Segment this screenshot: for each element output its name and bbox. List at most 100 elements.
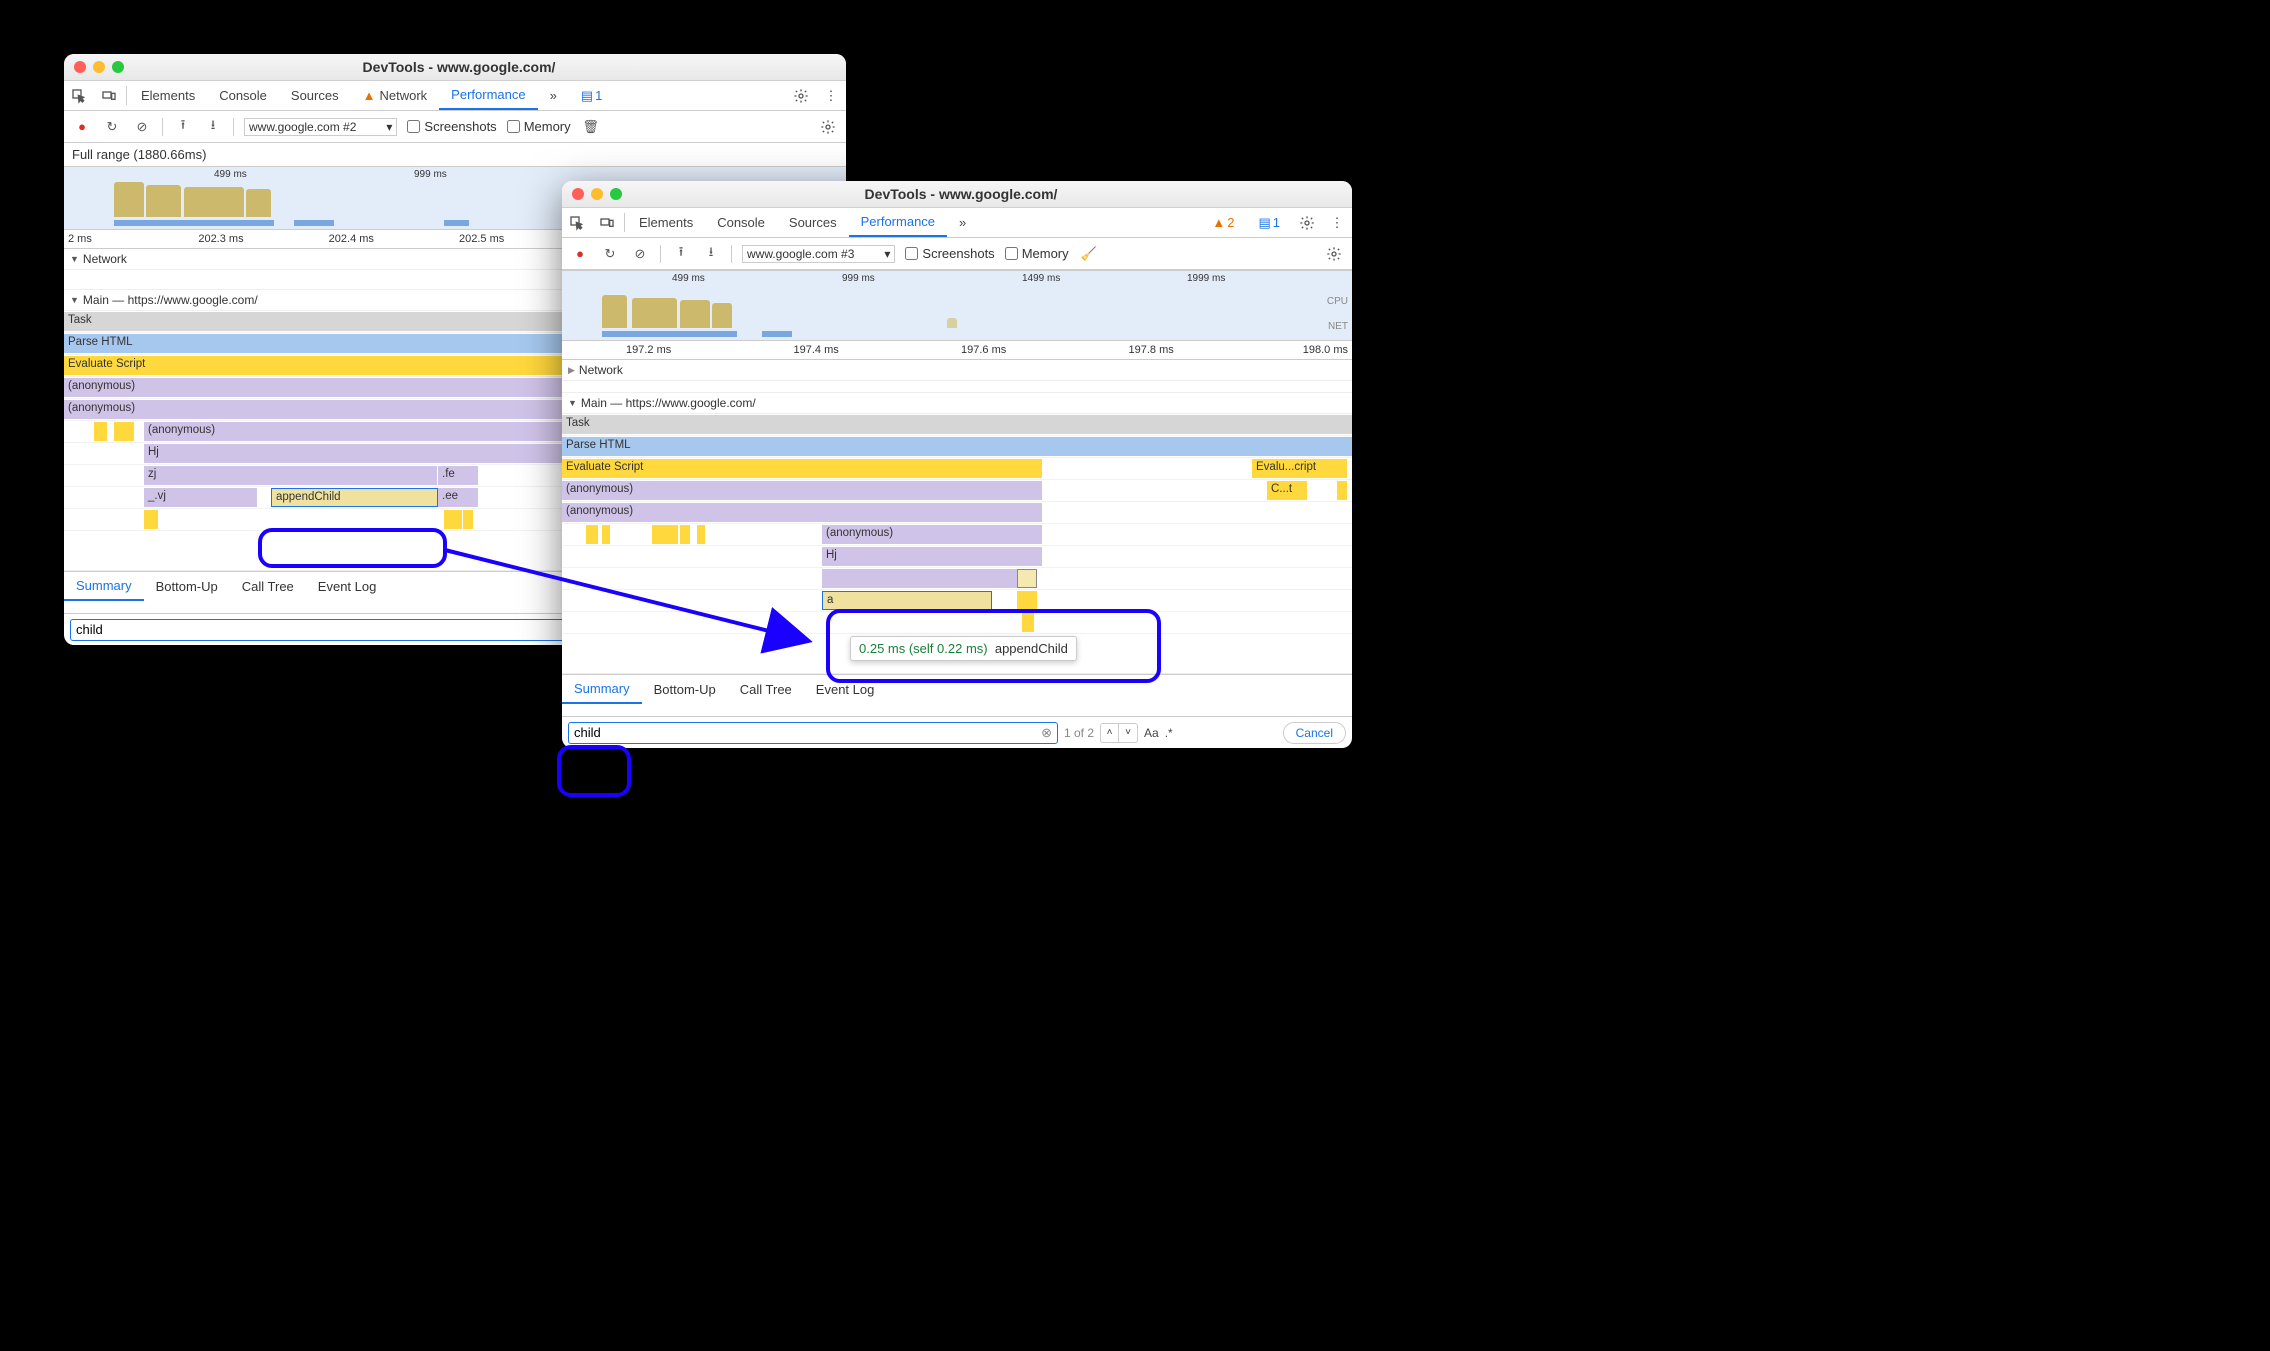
tab-calltree[interactable]: Call Tree — [230, 572, 306, 601]
flame-evaluate-script-2[interactable]: Evalu...cript — [1252, 459, 1347, 478]
recording-select[interactable]: www.google.com #2 ▾ — [244, 118, 397, 136]
flame-bar[interactable] — [1337, 481, 1347, 500]
tab-summary[interactable]: Summary — [562, 675, 642, 704]
tab-calltree[interactable]: Call Tree — [728, 675, 804, 704]
device-toggle-icon[interactable] — [94, 81, 124, 110]
recording-select[interactable]: www.google.com #3 ▾ — [742, 245, 895, 263]
flame-bar[interactable] — [114, 422, 134, 441]
flame-bar[interactable] — [1022, 613, 1034, 632]
upload-icon[interactable]: ⭱ — [173, 117, 193, 137]
main-section-header[interactable]: ▼Main — https://www.google.com/ — [562, 393, 1352, 414]
zoom-icon[interactable] — [112, 61, 124, 73]
flame-ct[interactable]: C...t — [1267, 481, 1307, 500]
settings-gear-icon[interactable] — [1292, 208, 1322, 237]
search-stepper[interactable]: ˄ ˅ — [1100, 723, 1138, 743]
minimize-icon[interactable] — [93, 61, 105, 73]
flame-bar[interactable] — [586, 525, 598, 544]
tab-bottomup[interactable]: Bottom-Up — [144, 572, 230, 601]
titlebar[interactable]: DevTools - www.google.com/ — [64, 54, 846, 81]
time-ruler[interactable]: 197.2 ms 197.4 ms 197.6 ms 197.8 ms 198.… — [562, 340, 1352, 360]
flame-bar[interactable] — [697, 525, 705, 544]
tab-eventlog[interactable]: Event Log — [804, 675, 887, 704]
tab-eventlog[interactable]: Event Log — [306, 572, 389, 601]
tab-elements[interactable]: Elements — [129, 81, 207, 110]
upload-icon[interactable]: ⭱ — [671, 244, 691, 264]
traffic-lights[interactable] — [572, 188, 622, 200]
tab-performance[interactable]: Performance — [439, 81, 537, 110]
flame-zj[interactable]: zj — [144, 466, 437, 485]
traffic-lights[interactable] — [74, 61, 124, 73]
record-button[interactable]: ● — [72, 117, 92, 137]
flame-anonymous[interactable]: (anonymous) — [562, 503, 1042, 522]
tab-sources[interactable]: Sources — [279, 81, 351, 110]
flame-anonymous[interactable]: (anonymous) — [562, 481, 1042, 500]
flame-anonymous[interactable]: (anonymous) — [822, 525, 1042, 544]
device-toggle-icon[interactable] — [592, 208, 622, 237]
record-button[interactable]: ● — [570, 244, 590, 264]
flame-vj[interactable]: _.vj — [144, 488, 257, 507]
download-icon[interactable]: ⭳ — [203, 117, 223, 137]
flame-bar[interactable] — [144, 510, 158, 529]
overview-panel[interactable]: 499 ms 999 ms 1499 ms 1999 ms CPU NET — [562, 270, 1352, 340]
tab-more[interactable]: » — [947, 208, 978, 237]
tab-console[interactable]: Console — [705, 208, 777, 237]
error-count[interactable]: ▤1 — [1246, 208, 1292, 237]
memory-checkbox[interactable]: Memory — [507, 119, 571, 134]
flame-bar-highlight[interactable] — [1017, 569, 1037, 588]
flame-bar[interactable] — [94, 422, 107, 441]
settings-gear-icon[interactable] — [786, 81, 816, 110]
clear-button[interactable]: ⊘ — [132, 117, 152, 137]
flame-evaluate-script[interactable]: Evaluate Script — [562, 459, 1042, 478]
screenshots-checkbox[interactable]: Screenshots — [905, 246, 994, 261]
flame-bar[interactable] — [602, 525, 610, 544]
kebab-menu-icon[interactable]: ⋮ — [1322, 208, 1352, 237]
kebab-menu-icon[interactable]: ⋮ — [816, 81, 846, 110]
inspect-icon[interactable] — [562, 208, 592, 237]
flame-appendchild[interactable]: appendChild — [271, 488, 438, 507]
match-case-toggle[interactable]: Aa — [1144, 726, 1159, 740]
regex-toggle[interactable]: .* — [1165, 726, 1173, 740]
network-section-header[interactable]: ▶Network — [562, 360, 1352, 381]
flame-bar[interactable] — [1017, 591, 1037, 610]
flame-parse-html[interactable]: Parse HTML — [562, 437, 1352, 456]
flame-bar[interactable] — [652, 525, 678, 544]
flame-fe[interactable]: .fe — [438, 466, 478, 485]
download-icon[interactable]: ⭳ — [701, 244, 721, 264]
reload-button[interactable]: ↻ — [102, 117, 122, 137]
memory-checkbox[interactable]: Memory — [1005, 246, 1069, 261]
search-input[interactable]: ⊗ — [568, 722, 1058, 744]
prev-match-button[interactable]: ˄ — [1101, 724, 1119, 742]
settings-gear-icon[interactable] — [818, 117, 838, 137]
tab-more[interactable]: » — [538, 81, 569, 110]
close-icon[interactable] — [572, 188, 584, 200]
flame-hj[interactable]: Hj — [822, 547, 1042, 566]
flame-zj[interactable] — [822, 569, 1017, 588]
inspect-icon[interactable] — [64, 81, 94, 110]
next-match-button[interactable]: ˅ — [1119, 724, 1137, 742]
warn-count[interactable]: ▲2 — [1200, 208, 1246, 237]
flame-chart[interactable]: Task Parse HTML Evaluate Script Evalu...… — [562, 414, 1352, 634]
tab-network[interactable]: ▲Network — [351, 81, 440, 110]
tab-console[interactable]: Console — [207, 81, 279, 110]
clear-icon[interactable]: ⊗ — [1041, 725, 1052, 741]
flame-appendchild[interactable]: a — [822, 591, 992, 610]
clear-button[interactable]: ⊘ — [630, 244, 650, 264]
cancel-button[interactable]: Cancel — [1283, 722, 1346, 744]
tab-bottomup[interactable]: Bottom-Up — [642, 675, 728, 704]
error-count[interactable]: ▤1 — [569, 81, 615, 110]
flame-bar[interactable] — [680, 525, 690, 544]
tab-elements[interactable]: Elements — [627, 208, 705, 237]
screenshots-checkbox[interactable]: Screenshots — [407, 119, 496, 134]
minimize-icon[interactable] — [591, 188, 603, 200]
tab-performance[interactable]: Performance — [849, 208, 947, 237]
tab-summary[interactable]: Summary — [64, 572, 144, 601]
reload-button[interactable]: ↻ — [600, 244, 620, 264]
search-field[interactable] — [574, 725, 1041, 740]
flame-ee[interactable]: .ee — [438, 488, 478, 507]
broom-icon[interactable]: 🧹 — [1079, 244, 1099, 264]
flame-bar[interactable] — [444, 510, 462, 529]
close-icon[interactable] — [74, 61, 86, 73]
tab-sources[interactable]: Sources — [777, 208, 849, 237]
trash-icon[interactable]: 🗑 — [581, 117, 601, 137]
zoom-icon[interactable] — [610, 188, 622, 200]
